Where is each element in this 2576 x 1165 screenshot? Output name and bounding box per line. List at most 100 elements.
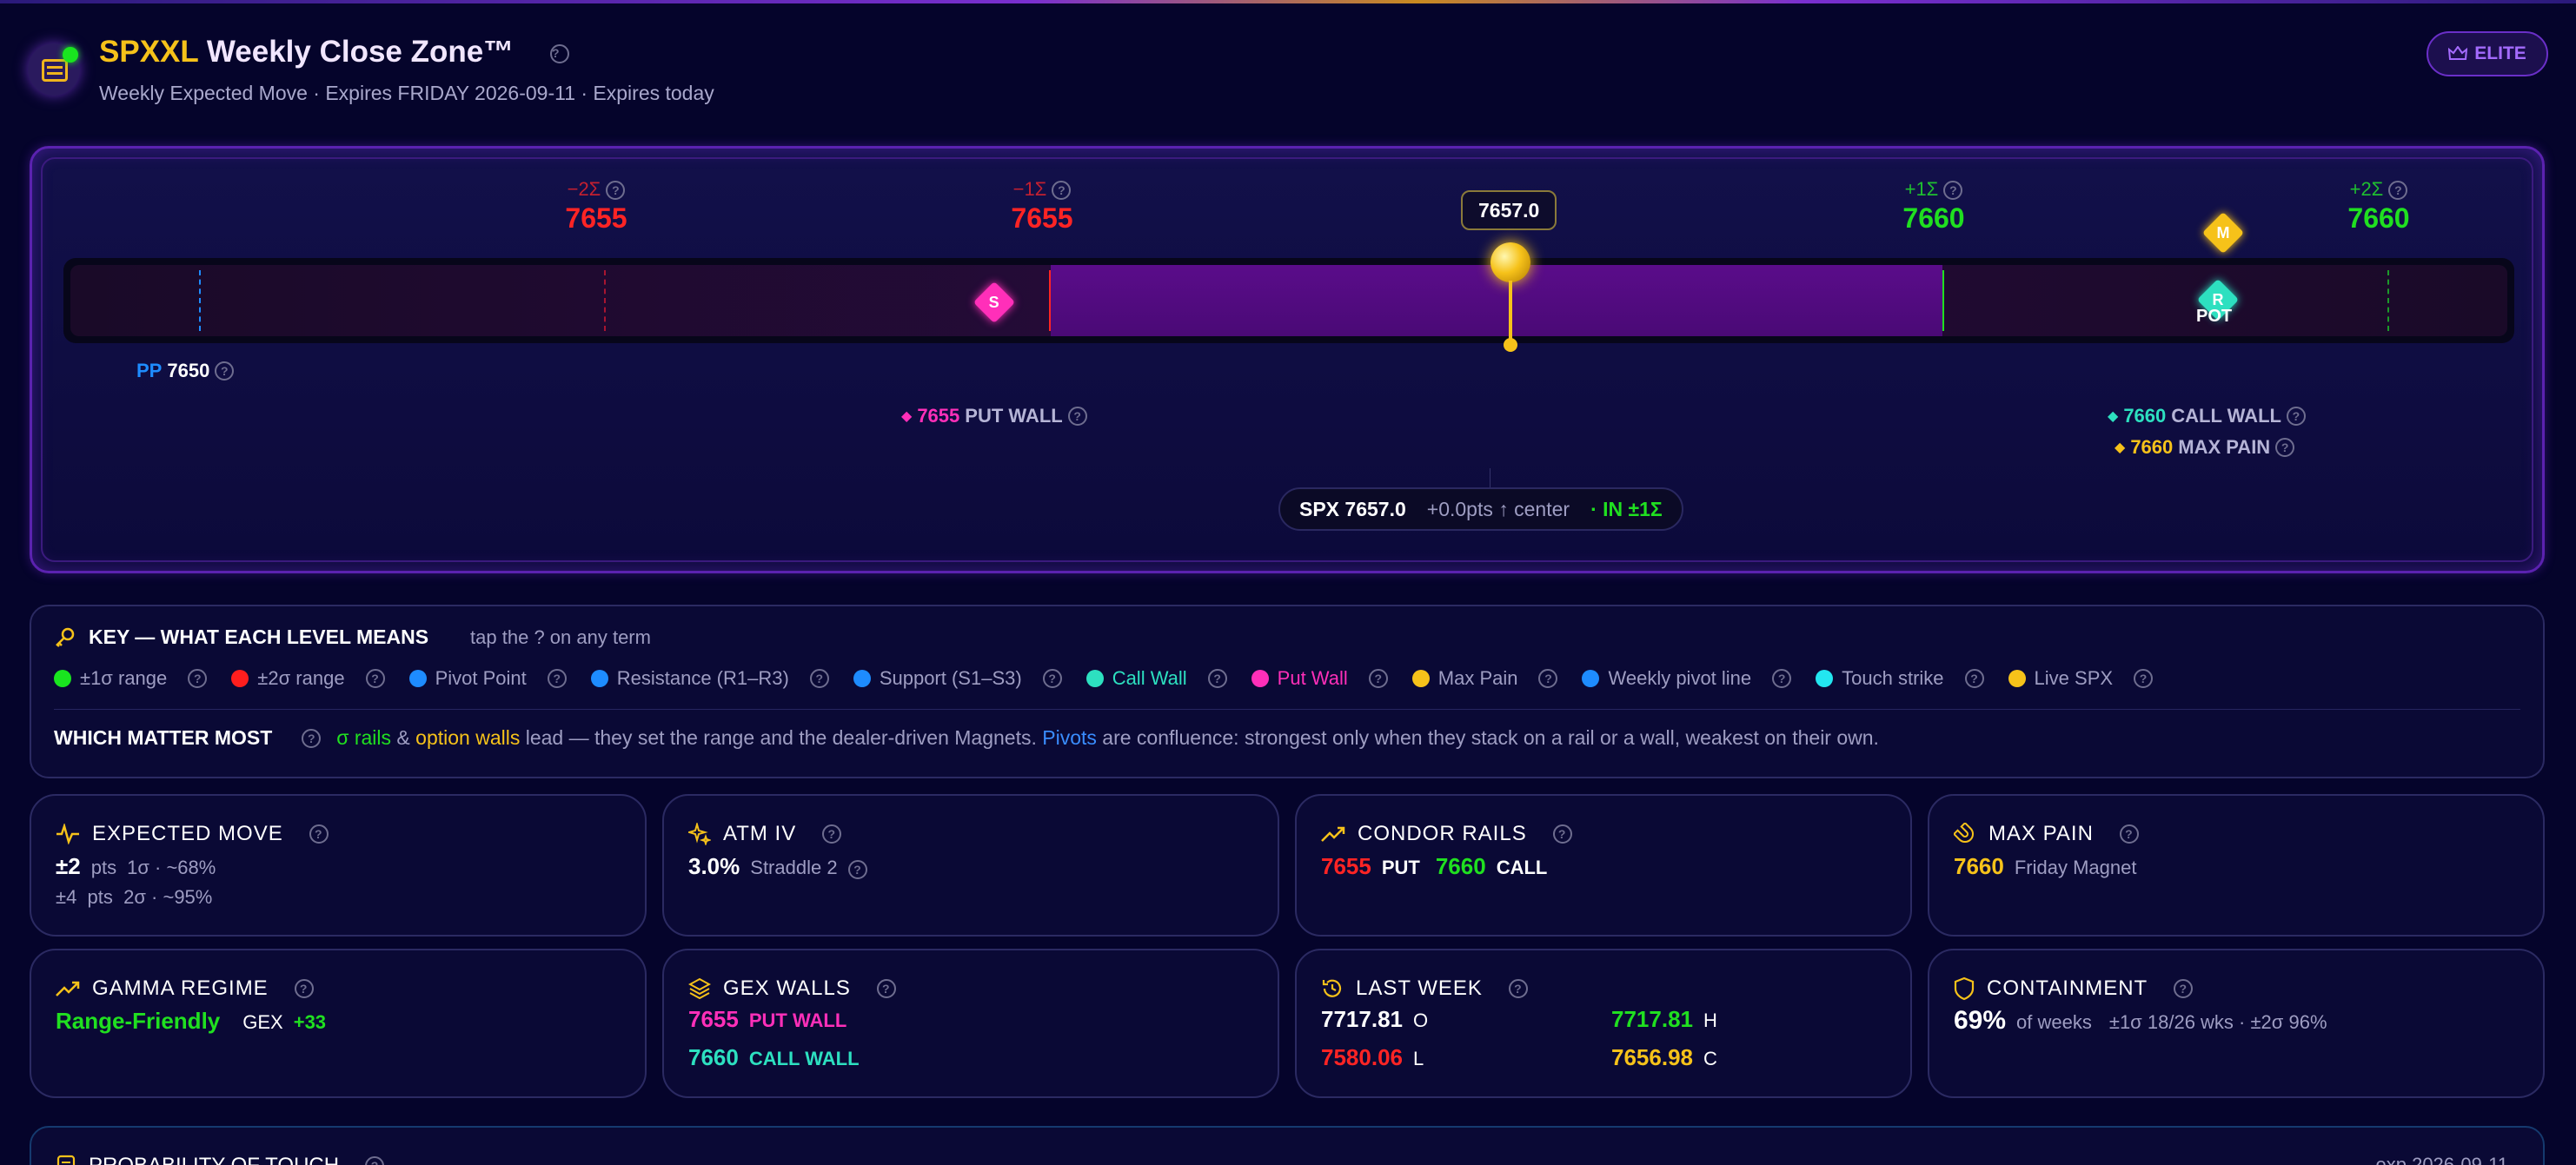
gex-call-label: CALL WALL [748,1048,860,1069]
legend-label: Resistance (R1–R3) [616,667,789,689]
help-icon[interactable]: ? [809,669,829,688]
legend-item[interactable]: Pivot Point? [408,667,567,690]
help-icon[interactable]: ? [309,824,329,844]
help-icon[interactable]: ? [302,728,322,748]
page-header: SPXXL Weekly Close Zone™ ? Weekly Expect… [26,31,2550,109]
pivot-value: 7650 [167,360,210,381]
high-value: 7717.81 [1611,1006,1693,1032]
expiry-label: exp 2026-09-11 [2375,1154,2509,1165]
help-icon[interactable]: ? [1042,669,1062,688]
probability-of-touch-panel[interactable]: PROBABILITY OF TOUCH ? exp 2026-09-11 [30,1126,2545,1165]
help-icon[interactable]: ? [2174,979,2194,998]
legend-dot [54,670,71,687]
help-icon[interactable]: ? [1964,669,1984,688]
help-icon[interactable]: ? [606,181,626,201]
legend-item[interactable]: ±1σ range? [54,667,208,690]
legend-label: Weekly pivot line [1608,667,1752,689]
max-pain-level: ◆ 7660 MAX PAIN ? [2115,436,2295,459]
condor-put-label: PUT [1381,857,1420,878]
elite-badge[interactable]: ELITE [2427,31,2548,76]
help-icon[interactable]: ? [547,669,567,688]
help-icon[interactable]: ? [1538,669,1558,688]
legend-item[interactable]: Weekly pivot line? [1582,667,1792,690]
layers-icon [688,977,711,1000]
max-pain-label: MAX PAIN [2178,436,2271,458]
help-icon[interactable]: ? [188,669,208,688]
help-icon[interactable]: ? [365,669,385,688]
help-icon[interactable]: ? [2134,669,2154,688]
help-icon[interactable]: ? [549,43,569,63]
card-title: PROBABILITY OF TOUCH [89,1154,339,1165]
legend-dot [2008,670,2026,687]
condor-rails-card[interactable]: CONDOR RAILS ? 7655 PUT 7660 CALL [1295,794,1912,937]
sigma-minus-2: −2Σ ? 7655 [527,178,666,235]
help-icon[interactable]: ? [1772,669,1792,688]
max-pain-value: 7660 [1954,853,2004,879]
gamma-regime-value: Range-Friendly [56,1008,221,1034]
help-icon[interactable]: ? [1052,181,1072,201]
legend-item[interactable]: Live SPX? [2008,667,2154,690]
top-accent-bar [0,0,2576,3]
legend-item[interactable]: Touch strike? [1816,667,1984,690]
atm-iv-value: 3.0% [688,853,740,879]
legend-item[interactable]: Put Wall? [1251,667,1388,690]
card-title: GAMMA REGIME [92,976,269,1000]
help-icon[interactable]: ? [2388,181,2408,201]
legend-item[interactable]: ±2σ range? [231,667,385,690]
help-icon[interactable]: ? [215,361,235,381]
gex-call-wall: 7660 CALL WALL [688,1044,860,1071]
expected-move-main: ±2 pts 1σ · ~68% [56,853,216,880]
help-icon[interactable]: ? [1207,669,1227,688]
max-pain-card[interactable]: MAX PAIN ? 7660 Friday Magnet [1928,794,2545,937]
help-icon[interactable]: ? [1943,181,1963,201]
app-logo [28,43,80,96]
atm-iv-card[interactable]: ATM IV ? 3.0% Straddle 2 ? [662,794,1279,937]
spx-status-pill: SPX 7657.0 +0.0pts ↑ center · IN ±1Σ [1278,487,1683,531]
help-icon[interactable]: ? [2119,824,2139,844]
expected-move-line2: ±4 pts 2σ · ~95% [56,886,213,908]
help-icon[interactable]: ? [1368,669,1388,688]
key-icon [56,627,75,647]
key-tap-hint: tap the ? on any term [470,626,651,648]
help-icon[interactable]: ? [294,979,314,998]
range-status: · IN ±1Σ [1590,497,1663,520]
help-icon[interactable]: ? [2286,407,2306,426]
help-icon[interactable]: ? [2275,438,2295,457]
card-header: MAX PAIN ? [1954,822,2139,846]
gex-walls-card[interactable]: GEX WALLS ? 7655 PUT WALL 7660 CALL WALL [662,949,1279,1098]
atm-iv-main: 3.0% Straddle 2 ? [688,853,867,880]
sigma-value: 7660 [2347,202,2410,234]
legend-item[interactable]: Max Pain? [1411,667,1558,690]
help-icon[interactable]: ? [1508,979,1528,998]
card-title: MAX PAIN [1988,822,2094,845]
help-icon[interactable]: ? [847,860,867,879]
expected-move-card[interactable]: EXPECTED MOVE ? ±2 pts 1σ · ~68% ±4 pts … [30,794,647,937]
containment-main: 69% of weeks ±1σ 18/26 wks · ±2σ 96% [1954,1006,2327,1036]
document-icon [56,1155,76,1165]
range-track[interactable] [63,258,2514,343]
help-icon[interactable]: ? [1067,407,1087,426]
help-icon[interactable]: ? [1552,824,1572,844]
condor-call-label: CALL [1496,857,1548,878]
live-spx-pin[interactable] [1489,242,1532,355]
put-wall-diamond-icon: ◆ [901,409,913,424]
minus-2-sigma-line [604,270,606,331]
title-text: Weekly Close Zone™ [206,35,515,69]
gex-call-value: 7660 [688,1044,739,1070]
high-label: H [1703,1009,1717,1031]
help-icon[interactable]: ? [822,824,842,844]
containment-card[interactable]: CONTAINMENT ? 69% of weeks ±1σ 18/26 wks… [1928,949,2545,1098]
gex-put-label: PUT WALL [748,1009,847,1031]
legend-item[interactable]: Resistance (R1–R3)? [590,667,829,690]
legend-item[interactable]: Support (S1–S3)? [853,667,1062,690]
max-pain-marker-label: M [2216,223,2230,242]
condor-rails-values: 7655 PUT 7660 CALL [1321,853,1547,880]
expected-move-1sigma: 1σ · ~68% [127,857,216,878]
gamma-regime-card[interactable]: GAMMA REGIME ? Range-Friendly GEX +33 [30,949,647,1098]
help-icon[interactable]: ? [365,1156,385,1165]
help-icon[interactable]: ? [876,979,896,998]
last-week-card[interactable]: LAST WEEK ? 7717.81 O 7717.81 H 7580.06 … [1295,949,1912,1098]
legend-item[interactable]: Call Wall? [1086,667,1227,690]
spx-delta: +0.0pts ↑ center [1426,497,1570,520]
which-walls: option walls [415,726,521,749]
